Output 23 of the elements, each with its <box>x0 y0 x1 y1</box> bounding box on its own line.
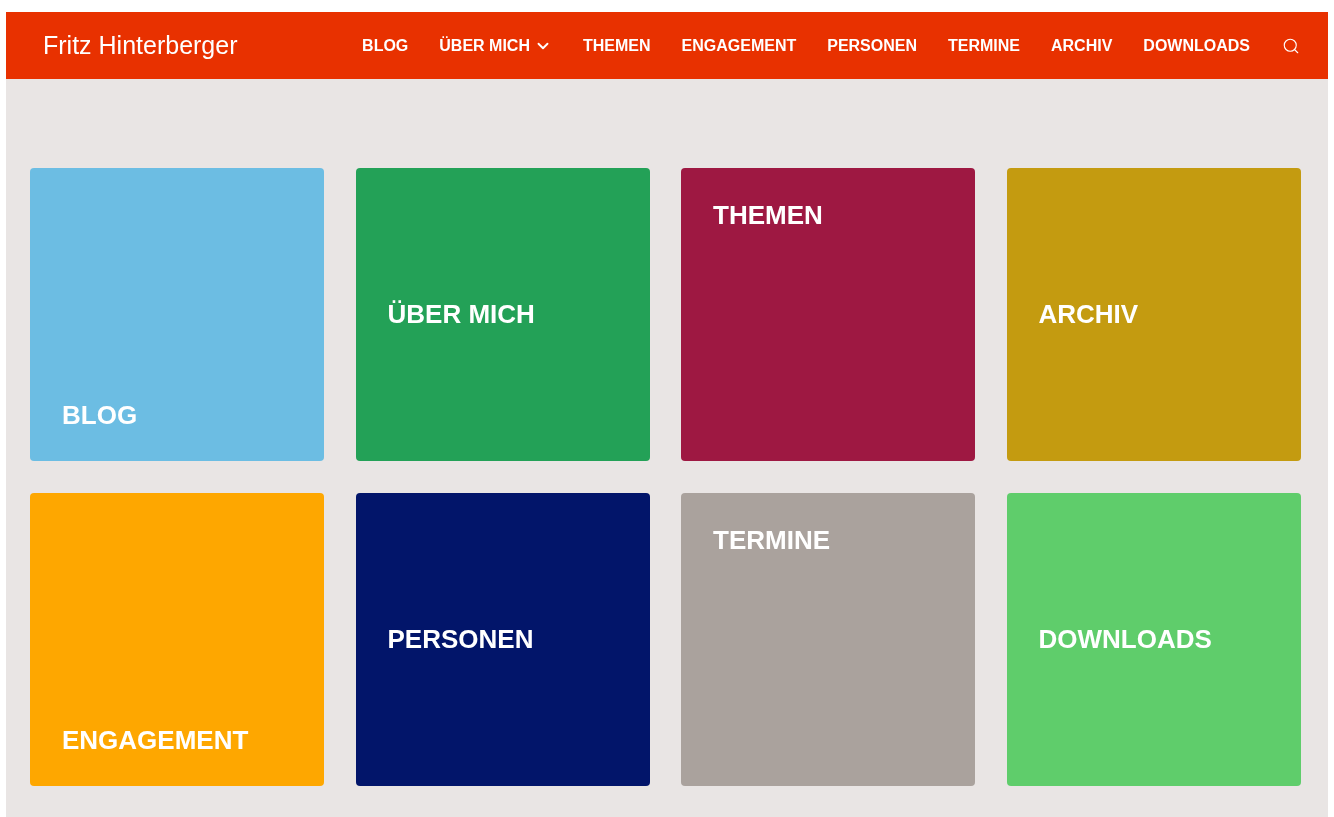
category-tile[interactable]: PERSONEN <box>355 493 650 786</box>
tile-label: PERSONEN <box>387 624 535 655</box>
nav-link[interactable]: TERMINE <box>948 36 1020 55</box>
nav-link[interactable]: ARCHIV <box>1051 36 1113 55</box>
nav-link[interactable]: DOWNLOADS <box>1143 36 1250 55</box>
tile-label: ÜBER MICH <box>387 299 536 330</box>
nav-link[interactable]: BLOG <box>362 36 409 55</box>
nav-link[interactable]: PERSONEN <box>827 36 917 55</box>
tile-label: ARCHIV <box>1038 299 1140 330</box>
tile-label: TERMINE <box>713 525 831 556</box>
category-tile[interactable]: THEMEN <box>681 168 975 461</box>
nav-link[interactable]: ÜBER MICH <box>439 36 552 55</box>
search-button[interactable] <box>1282 36 1300 55</box>
nav-link[interactable]: ENGAGEMENT <box>681 36 797 55</box>
category-tile[interactable]: ARCHIV <box>1006 168 1301 461</box>
tile-label: THEMEN <box>713 200 824 231</box>
category-tile[interactable]: TERMINE <box>681 493 975 786</box>
tile-label: ENGAGEMENT <box>62 725 250 756</box>
tile-label: DOWNLOADS <box>1038 624 1213 655</box>
nav-link[interactable]: THEMEN <box>582 36 651 55</box>
category-tile[interactable]: ÜBER MICH <box>355 168 650 461</box>
site-title[interactable]: Fritz Hinterberger <box>43 31 238 60</box>
tile-label: BLOG <box>62 400 139 431</box>
